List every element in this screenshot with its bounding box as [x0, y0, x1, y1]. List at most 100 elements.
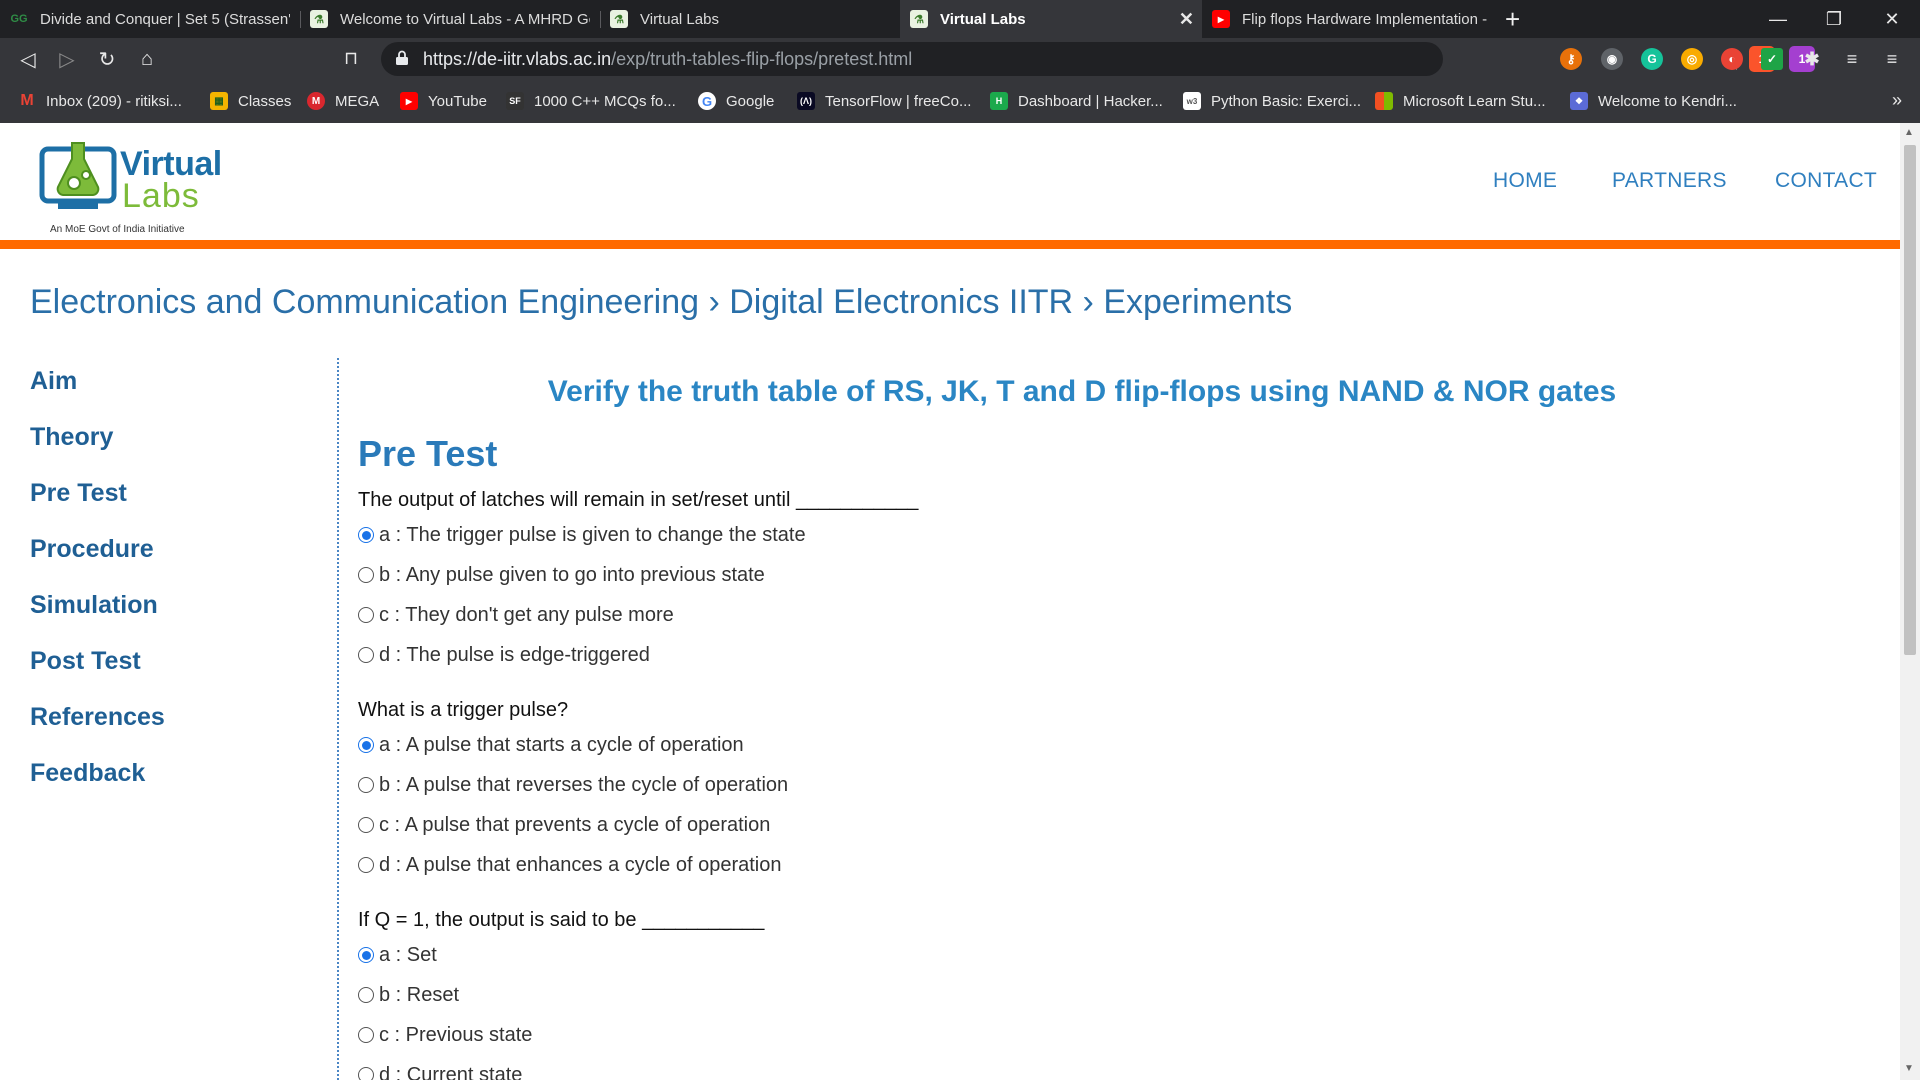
bookmark-google[interactable]: G Google — [698, 90, 774, 112]
sidebar-item-feedback[interactable]: Feedback — [30, 758, 165, 814]
youtube-icon: ▶ — [1212, 10, 1230, 28]
answer-option[interactable]: a : The trigger pulse is given to change… — [358, 515, 1558, 555]
checkmark-extension-icon[interactable]: ✓ — [1761, 48, 1783, 70]
sidebar-item-procedure[interactable]: Procedure — [30, 534, 165, 590]
nav-contact-link[interactable]: CONTACT — [1775, 169, 1877, 193]
radio-unselected-icon[interactable] — [358, 987, 374, 1003]
compass-extension-icon[interactable]: ◎ — [1681, 48, 1703, 70]
scrollbar-thumb[interactable] — [1904, 145, 1916, 655]
microsoft-icon — [1375, 92, 1393, 110]
bookmark-label: Welcome to Kendri... — [1598, 92, 1737, 110]
scroll-down-arrow-icon[interactable]: ▼ — [1904, 1063, 1914, 1074]
bookmark-microsoft-learn[interactable]: Microsoft Learn Stu... — [1375, 90, 1546, 112]
lock-icon — [396, 50, 408, 65]
bookmark-w3resource[interactable]: w3 Python Basic: Exerci... — [1183, 90, 1361, 112]
sidebar-item-pretest[interactable]: Pre Test — [30, 478, 165, 534]
sidebar-item-references[interactable]: References — [30, 702, 165, 758]
radio-unselected-icon[interactable] — [358, 1027, 374, 1043]
tab-3-active[interactable]: ⚗ Virtual Labs ✕ — [900, 0, 1202, 38]
question-text: If Q = 1, the output is said to be _____… — [358, 909, 765, 931]
bookmark-page-icon[interactable]: ⊓ — [344, 48, 358, 69]
breadcrumb[interactable]: Electronics and Communication Engineerin… — [30, 283, 1292, 322]
close-tab-icon[interactable]: ✕ — [1179, 9, 1194, 29]
playlist-icon[interactable]: ≡ — [1841, 48, 1863, 70]
bookmark-hackerrank[interactable]: H Dashboard | Hacker... — [990, 90, 1163, 112]
option-text: a : Set — [379, 943, 437, 966]
vlabs-icon: ⚗ — [910, 10, 928, 28]
restore-button[interactable]: ❐ — [1806, 0, 1862, 38]
bookmark-label: Python Basic: Exerci... — [1211, 92, 1362, 110]
answer-option[interactable]: a : Set — [358, 935, 1558, 975]
bookmark-cpp-mcqs[interactable]: SF 1000 C++ MCQs fo... — [506, 90, 676, 112]
bookmark-label: YouTube — [428, 92, 487, 110]
dark-reader-icon[interactable]: ◐ — [1721, 48, 1743, 70]
radio-unselected-icon[interactable] — [358, 647, 374, 663]
bookmark-youtube[interactable]: ▶ YouTube — [400, 90, 487, 112]
more-bookmarks-icon[interactable]: » — [1892, 90, 1902, 111]
hackerrank-icon: H — [990, 92, 1008, 110]
close-window-button[interactable]: ✕ — [1864, 0, 1920, 38]
answer-option[interactable]: b : Any pulse given to go into previous … — [358, 555, 1558, 595]
virtual-labs-logo[interactable]: Virtual Labs An MoE Govt of India Initia… — [38, 133, 222, 235]
bookmark-freecodecamp[interactable]: (Λ) TensorFlow | freeCo... — [797, 90, 971, 112]
bookmark-label: Classes — [238, 92, 292, 110]
tab-0[interactable]: GG Divide and Conquer | Set 5 (Strassen'… — [0, 0, 300, 38]
radio-selected-icon[interactable] — [358, 947, 374, 963]
sidebar-item-posttest[interactable]: Post Test — [30, 646, 165, 702]
browser-menu-icon[interactable]: ≡ — [1881, 48, 1903, 70]
sidebar-item-aim[interactable]: Aim — [30, 366, 165, 422]
address-bar[interactable]: https://de-iitr.vlabs.ac.in/exp/truth-ta… — [381, 42, 1815, 76]
reload-button[interactable]: ↻ — [93, 45, 121, 73]
new-tab-button[interactable]: + — [1505, 4, 1520, 34]
option-text: b : A pulse that reverses the cycle of o… — [379, 773, 789, 796]
radio-selected-icon[interactable] — [358, 737, 374, 753]
tab-4[interactable]: ▶ Flip flops Hardware Implementation - — [1202, 0, 1502, 38]
radio-unselected-icon[interactable] — [358, 857, 374, 873]
bookmarks-bar: M Inbox (209) - ritiksi... ▦ Classes M MEGA… — [0, 80, 1920, 123]
tab-label: Virtual Labs — [940, 10, 1026, 28]
scroll-up-arrow-icon[interactable]: ▲ — [1904, 127, 1914, 138]
back-button[interactable]: ◁ — [14, 45, 42, 73]
tab-label: Divide and Conquer | Set 5 (Strassen's — [40, 10, 290, 28]
answer-option[interactable]: b : Reset — [358, 975, 1558, 1015]
sidebar-item-simulation[interactable]: Simulation — [30, 590, 165, 646]
sidebar-item-theory[interactable]: Theory — [30, 422, 165, 478]
bookmark-kendriya[interactable]: ❖ Welcome to Kendri... — [1570, 90, 1737, 112]
bookmark-label: TensorFlow | freeCo... — [825, 92, 972, 110]
answer-option[interactable]: c : Previous state — [358, 1015, 1558, 1055]
radio-unselected-icon[interactable] — [358, 607, 374, 623]
home-button[interactable]: ⌂ — [133, 45, 161, 73]
answer-option[interactable]: a : A pulse that starts a cycle of opera… — [358, 725, 1558, 765]
answer-option[interactable]: d : The pulse is edge-triggered — [358, 635, 1558, 675]
forward-button[interactable]: ▷ — [53, 45, 81, 73]
radio-unselected-icon[interactable] — [358, 567, 374, 583]
answer-option[interactable]: b : A pulse that reverses the cycle of o… — [358, 765, 1558, 805]
radio-selected-icon[interactable] — [358, 527, 374, 543]
bookmark-gmail[interactable]: M Inbox (209) - ritiksi... — [18, 90, 182, 112]
key-extension-icon[interactable]: ⚷ — [1560, 48, 1582, 70]
bookmark-label: 1000 C++ MCQs fo... — [534, 92, 676, 110]
radio-unselected-icon[interactable] — [358, 777, 374, 793]
tab-1[interactable]: ⚗ Welcome to Virtual Labs - A MHRD Gc — [300, 0, 600, 38]
answer-option[interactable]: d : A pulse that enhances a cycle of ope… — [358, 845, 1558, 885]
nav-home-link[interactable]: HOME — [1493, 169, 1557, 193]
camera-extension-icon[interactable]: ◉ — [1601, 48, 1623, 70]
minimize-button[interactable]: — — [1750, 0, 1806, 38]
option-text: c : A pulse that prevents a cycle of ope… — [379, 813, 771, 836]
answer-option[interactable]: d : Current state — [358, 1055, 1558, 1080]
flask-logo-icon — [39, 142, 117, 209]
classroom-icon: ▦ — [210, 92, 228, 110]
answer-option[interactable]: c : They don't get any pulse more — [358, 595, 1558, 635]
vlabs-icon: ⚗ — [610, 10, 628, 28]
radio-unselected-icon[interactable] — [358, 817, 374, 833]
bookmark-mega[interactable]: M MEGA — [307, 90, 379, 112]
url-text: https://de-iitr.vlabs.ac.in/exp/truth-ta… — [423, 49, 912, 70]
option-text: d : The pulse is edge-triggered — [379, 643, 650, 666]
bookmark-classes[interactable]: ▦ Classes — [210, 90, 291, 112]
radio-unselected-icon[interactable] — [358, 1067, 374, 1080]
extensions-puzzle-icon[interactable]: ✱ — [1801, 48, 1823, 70]
grammarly-icon[interactable]: G — [1641, 48, 1663, 70]
nav-partners-link[interactable]: PARTNERS — [1612, 169, 1727, 193]
tab-2[interactable]: ⚗ Virtual Labs — [600, 0, 900, 38]
answer-option[interactable]: c : A pulse that prevents a cycle of ope… — [358, 805, 1558, 845]
